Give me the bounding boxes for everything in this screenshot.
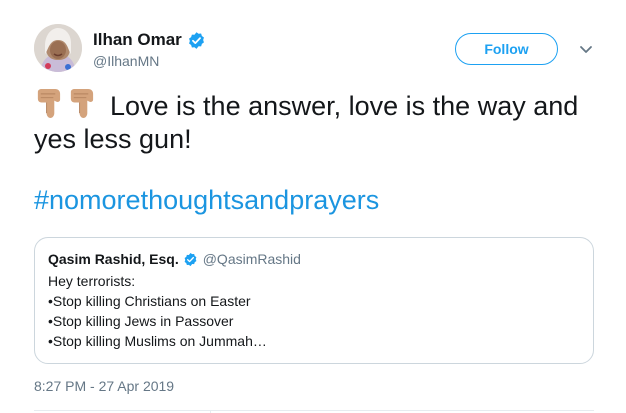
quoted-line: Hey terrorists: (48, 273, 136, 289)
author-name[interactable]: Ilhan Omar (93, 30, 182, 50)
quoted-line: •Stop killing Jews in Passover (48, 313, 234, 329)
avatar[interactable] (34, 24, 82, 72)
avatar-image (34, 24, 82, 72)
pointing-down-hand-icon (70, 89, 94, 118)
tweet-timestamp[interactable]: 8:27 PM - 27 Apr 2019 (34, 378, 174, 394)
quoted-line: •Stop killing Muslims on Jummah… (48, 333, 267, 349)
tweet-text: Love is the answer, love is the way and … (34, 88, 604, 156)
chevron-down-icon[interactable] (578, 43, 594, 57)
emoji-group (34, 88, 100, 119)
quoted-tweet-body: Hey terrorists: •Stop killing Christians… (48, 271, 580, 351)
divider (34, 410, 594, 411)
quoted-author-name: Qasim Rashid, Esq. (48, 251, 179, 267)
quoted-author-handle: @QasimRashid (202, 251, 301, 267)
pointing-down-hand-icon (37, 89, 61, 118)
follow-button[interactable]: Follow (455, 33, 558, 65)
verified-badge-icon (184, 252, 197, 266)
verified-badge-icon (188, 31, 204, 49)
quoted-tweet[interactable]: Qasim Rashid, Esq. @QasimRashid Hey terr… (34, 237, 594, 364)
tweet-body: Love is the answer, love is the way and … (34, 91, 579, 154)
quoted-line: •Stop killing Christians on Easter (48, 293, 251, 309)
hashtag-link[interactable]: #nomorethoughtsandprayers (34, 185, 379, 216)
author-handle[interactable]: @IlhanMN (93, 53, 159, 69)
